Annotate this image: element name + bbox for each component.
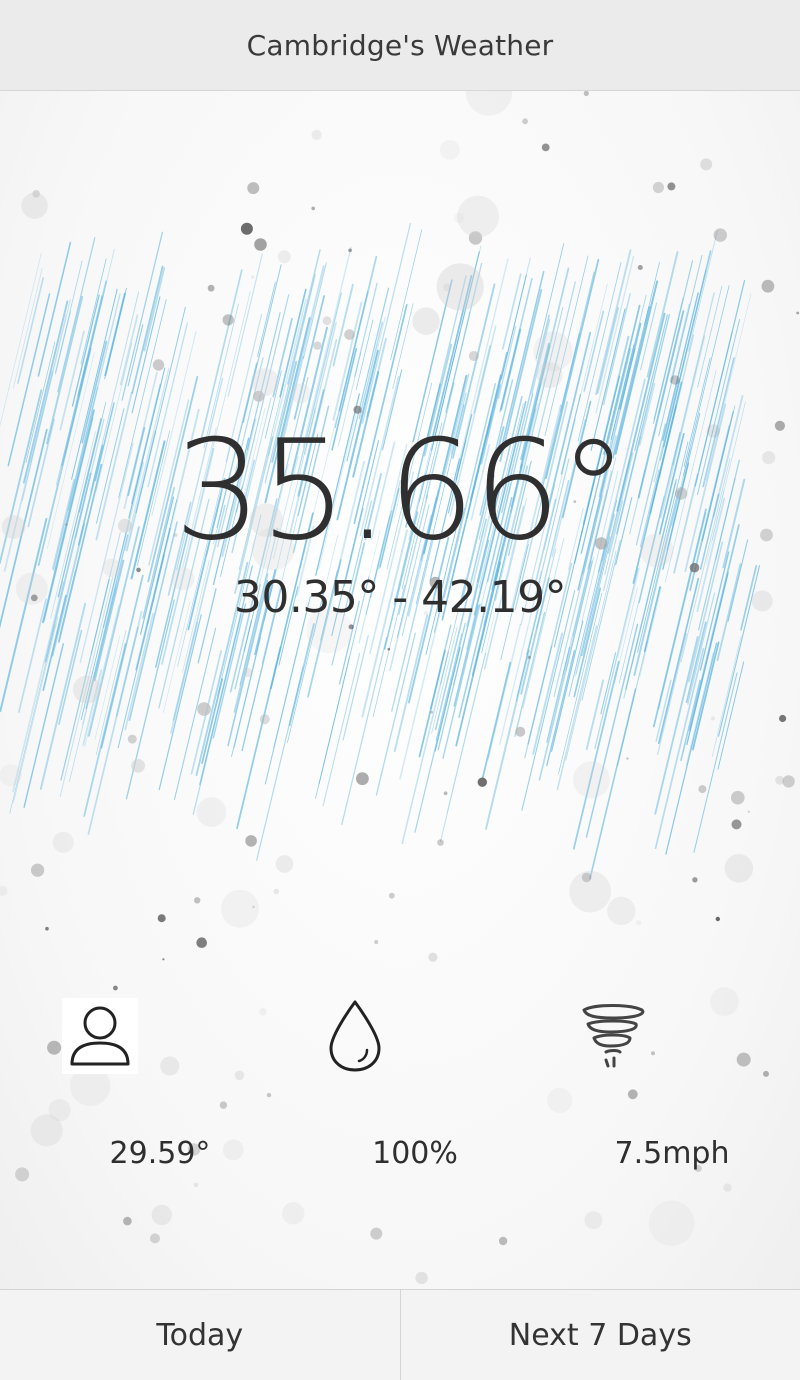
person-icon	[62, 998, 138, 1074]
tornado-icon	[582, 1004, 645, 1068]
current-temperature: 35.66°	[173, 410, 628, 571]
humidity-value: 100%	[372, 1136, 458, 1171]
feels-like-value: 29.59°	[109, 1136, 211, 1171]
tab-next-7-days[interactable]: Next 7 Days	[399, 1290, 800, 1380]
tab-today[interactable]: Today	[0, 1290, 400, 1380]
footer-tabs: Today Next 7 Days	[0, 1289, 800, 1380]
droplet-icon	[329, 1000, 381, 1072]
weather-stats: 29.59° 100% 7.5mph	[0, 996, 800, 1196]
wind-speed-value: 7.5mph	[614, 1136, 730, 1171]
current-temperature-block: 35.66° 30.35° - 42.19°	[0, 416, 800, 624]
page-title: Cambridge's Weather	[246, 28, 554, 62]
app-header: Cambridge's Weather	[0, 0, 800, 91]
weather-background: 35.66° 30.35° - 42.19° 29.59° 100% 7.5mp…	[0, 91, 800, 1289]
weather-app: Cambridge's Weather 35.66° 30.35° - 42.1…	[0, 0, 800, 1380]
temperature-range: 30.35° - 42.19°	[233, 572, 567, 623]
